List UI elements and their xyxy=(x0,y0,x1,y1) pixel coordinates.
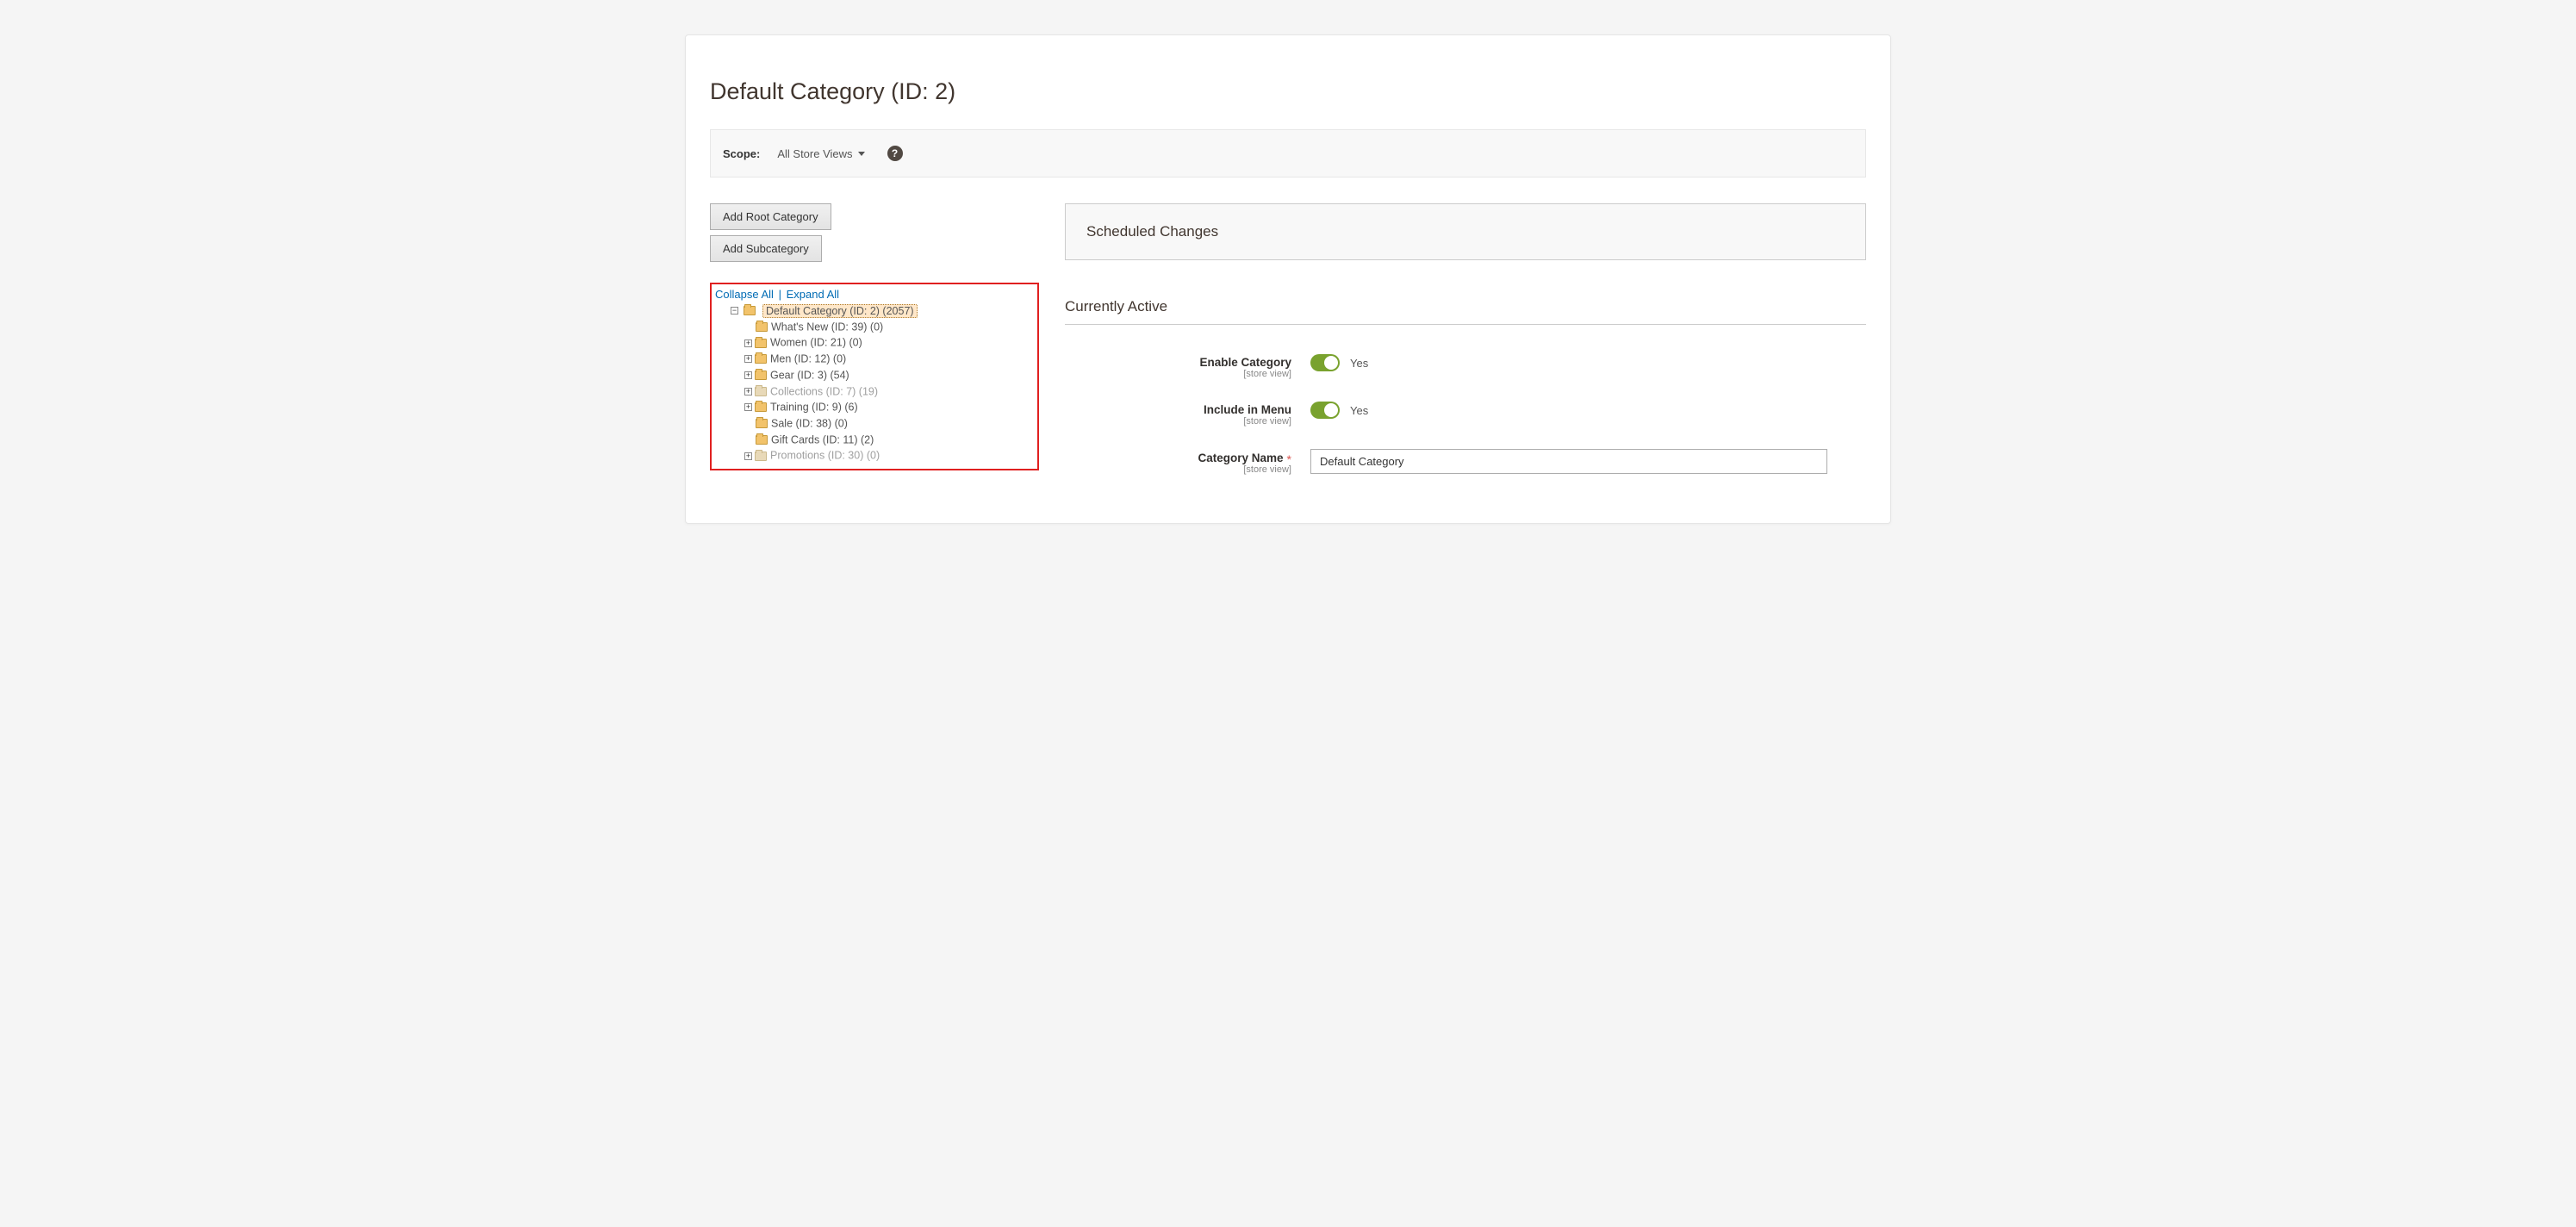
tree-toggle-icon[interactable]: + xyxy=(744,339,752,347)
folder-icon xyxy=(755,339,767,348)
enable-category-value: Yes xyxy=(1350,357,1368,370)
enable-category-scope: [store view] xyxy=(1065,369,1291,379)
tree-node-label: Gift Cards (ID: 11) (2) xyxy=(771,433,874,445)
tree-separator: | xyxy=(777,288,783,301)
tree-toggle-icon[interactable]: + xyxy=(744,388,752,396)
tree-node[interactable]: Gift Cards (ID: 11) (2) xyxy=(744,432,1034,448)
folder-icon xyxy=(755,371,767,380)
help-icon[interactable]: ? xyxy=(887,146,903,161)
folder-icon xyxy=(755,402,767,412)
tree-node[interactable]: + Training (ID: 9) (6) xyxy=(744,399,1034,415)
scope-selected-text: All Store Views xyxy=(777,147,852,160)
collapse-all-link[interactable]: Collapse All xyxy=(715,288,774,301)
tree-node[interactable]: + Women (ID: 21) (0) xyxy=(744,334,1034,351)
tree-node[interactable]: Sale (ID: 38) (0) xyxy=(744,415,1034,432)
tree-toggle-icon[interactable]: + xyxy=(744,371,752,379)
scope-bar: Scope: All Store Views ? xyxy=(710,129,1866,178)
expand-all-link[interactable]: Expand All xyxy=(787,288,839,301)
folder-icon xyxy=(755,387,767,396)
tree-controls: Collapse All | Expand All xyxy=(715,288,1034,301)
tree-root-node[interactable]: − Default Category (ID: 2) (2057) What's… xyxy=(731,302,1034,464)
include-in-menu-toggle[interactable] xyxy=(1310,402,1340,419)
category-name-row: Category Name* [store view] xyxy=(1065,449,1866,475)
include-in-menu-row: Include in Menu [store view] Yes xyxy=(1065,402,1866,427)
tree-node-label: Gear (ID: 3) (54) xyxy=(770,370,849,382)
tree-toggle-icon[interactable]: + xyxy=(744,452,752,460)
include-in-menu-scope: [store view] xyxy=(1065,416,1291,427)
tree-node-label: What's New (ID: 39) (0) xyxy=(771,321,883,333)
page-card: Default Category (ID: 2) Scope: All Stor… xyxy=(685,34,1891,524)
currently-active-title: Currently Active xyxy=(1065,298,1866,325)
tree-node[interactable]: + Collections (ID: 7) (19) xyxy=(744,383,1034,400)
page-title: Default Category (ID: 2) xyxy=(710,78,1866,105)
tree-toggle-icon[interactable]: + xyxy=(744,403,752,411)
tree-root-label: Default Category (ID: 2) (2057) xyxy=(762,304,918,318)
folder-icon xyxy=(756,419,768,428)
enable-category-label: Enable Category xyxy=(1199,356,1291,369)
tree-node-label: Promotions (ID: 30) (0) xyxy=(770,450,880,462)
tree-toggle-icon[interactable]: − xyxy=(731,307,738,315)
folder-icon xyxy=(755,354,767,364)
tree-node-label: Women (ID: 21) (0) xyxy=(770,337,862,349)
include-in-menu-value: Yes xyxy=(1350,404,1368,417)
tree-node-label: Collections (ID: 7) (19) xyxy=(770,385,878,397)
scheduled-changes-panel[interactable]: Scheduled Changes xyxy=(1065,203,1866,260)
tree-node-label: Training (ID: 9) (6) xyxy=(770,402,858,414)
main-content: Scheduled Changes Currently Active Enabl… xyxy=(1065,203,1866,497)
category-name-scope: [store view] xyxy=(1065,464,1291,475)
tree-node[interactable]: What's New (ID: 39) (0) xyxy=(744,319,1034,335)
include-in-menu-label: Include in Menu xyxy=(1204,403,1291,416)
category-tree: − Default Category (ID: 2) (2057) What's… xyxy=(715,302,1034,464)
category-name-label: Category Name xyxy=(1198,452,1284,464)
enable-category-toggle[interactable] xyxy=(1310,354,1340,371)
tree-node-label: Sale (ID: 38) (0) xyxy=(771,418,848,430)
folder-icon xyxy=(744,306,756,315)
enable-category-row: Enable Category [store view] Yes xyxy=(1065,354,1866,379)
required-mark: * xyxy=(1284,452,1291,466)
caret-down-icon xyxy=(858,152,865,156)
scope-label: Scope: xyxy=(723,147,760,160)
folder-icon xyxy=(756,435,768,445)
tree-toggle-icon[interactable]: + xyxy=(744,355,752,363)
add-subcategory-button[interactable]: Add Subcategory xyxy=(710,235,822,262)
tree-node[interactable]: + Men (ID: 12) (0) xyxy=(744,351,1034,367)
scope-select[interactable]: All Store Views xyxy=(777,147,864,160)
tree-node[interactable]: + Promotions (ID: 30) (0) xyxy=(744,447,1034,464)
content-wrap: Add Root Category Add Subcategory Collap… xyxy=(710,203,1866,497)
tree-node[interactable]: + Gear (ID: 3) (54) xyxy=(744,367,1034,383)
category-tree-box: Collapse All | Expand All − Default Cate… xyxy=(710,283,1039,470)
folder-icon xyxy=(755,452,767,461)
sidebar: Add Root Category Add Subcategory Collap… xyxy=(710,203,1039,497)
add-root-category-button[interactable]: Add Root Category xyxy=(710,203,831,230)
folder-icon xyxy=(756,322,768,332)
category-name-input[interactable] xyxy=(1310,449,1827,474)
tree-node-label: Men (ID: 12) (0) xyxy=(770,353,846,365)
